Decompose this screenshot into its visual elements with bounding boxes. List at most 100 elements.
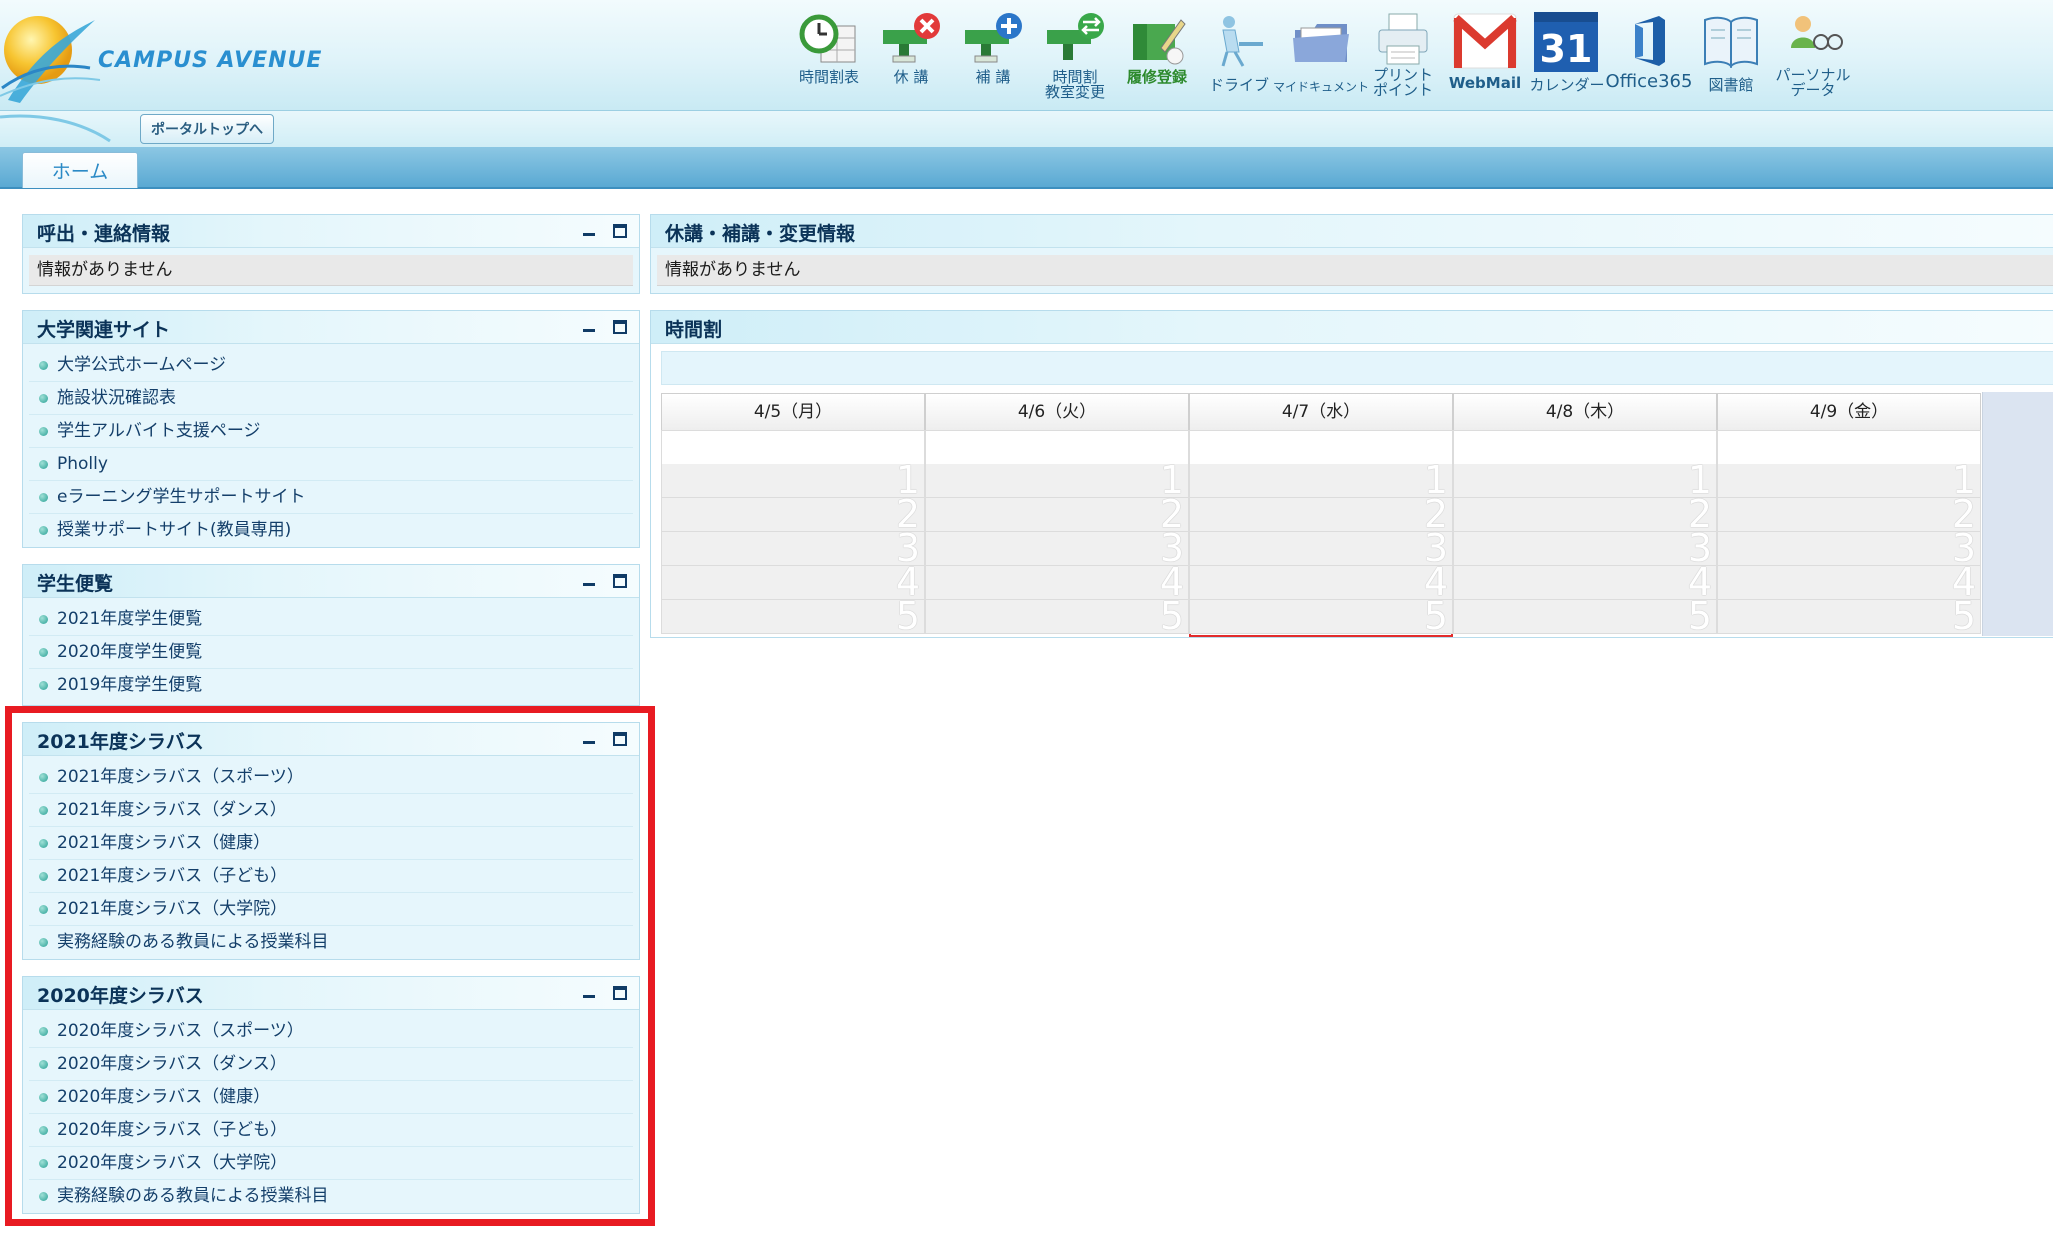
bullet-icon xyxy=(39,460,48,469)
bullet-icon xyxy=(39,872,48,881)
link-syllabus-2021-sports[interactable]: 2021年度シラバス（スポーツ） xyxy=(29,761,633,794)
timetable-period-cell[interactable]: 1 xyxy=(1453,460,1717,500)
timetable-period-cell[interactable]: 5 xyxy=(661,596,925,636)
toolbar-library[interactable]: 図書館 xyxy=(1688,8,1774,104)
campus-avenue-logo[interactable]: CAMPUS AVENUE xyxy=(0,8,340,108)
timetable-day-header: 4/5（月） xyxy=(661,393,925,431)
panel-title: 2020年度シラバス xyxy=(37,985,204,1007)
timetable-blank-cell[interactable] xyxy=(661,430,925,465)
timetable-blank-cell[interactable] xyxy=(1189,430,1453,465)
timetable-period-cell[interactable]: 5 xyxy=(1189,596,1453,636)
timetable-period-cell[interactable]: 1 xyxy=(1717,460,1981,500)
no-info-message: 情報がありません xyxy=(657,255,2053,286)
timetable-period-cell[interactable]: 5 xyxy=(1453,596,1717,636)
bullet-icon xyxy=(39,681,48,690)
timetable-period-cell[interactable]: 2 xyxy=(925,494,1189,534)
bullet-icon xyxy=(39,839,48,848)
logo-text: CAMPUS AVENUE xyxy=(98,48,323,73)
link-elearning-support[interactable]: eラーニング学生サポートサイト xyxy=(29,481,633,514)
link-teaching-support[interactable]: 授業サポートサイト(教員専用) xyxy=(29,514,633,546)
link-syllabus-2021-health[interactable]: 2021年度シラバス（健康） xyxy=(29,827,633,860)
timetable-period-cell[interactable]: 2 xyxy=(1189,494,1453,534)
timetable-day-header: 4/7（水） xyxy=(1189,393,1453,431)
maximize-icon[interactable] xyxy=(613,224,627,238)
student-handbook-panel: 学生便覧 2021年度学生便覧 2020年度学生便覧 2019年度学生便覧 xyxy=(22,564,640,706)
timetable-period-cell[interactable]: 1 xyxy=(1189,460,1453,500)
toolbar-calendar[interactable]: 31 カレンダー xyxy=(1524,8,1610,104)
bullet-icon xyxy=(39,427,48,436)
makeup-class-icon xyxy=(965,13,1022,63)
link-handbook-2020[interactable]: 2020年度学生便覧 xyxy=(29,636,633,669)
link-syllabus-2021-graduate[interactable]: 2021年度シラバス（大学院） xyxy=(29,893,633,926)
link-syllabus-2020-graduate[interactable]: 2020年度シラバス（大学院） xyxy=(29,1147,633,1180)
maximize-icon[interactable] xyxy=(613,732,627,746)
timetable-period-cell[interactable]: 5 xyxy=(925,596,1189,636)
toolbar-makeup-class[interactable]: 補 講 xyxy=(950,8,1036,104)
panel-header: 大学関連サイト xyxy=(23,311,639,344)
minimize-icon[interactable] xyxy=(583,224,595,236)
timetable-period-cell[interactable]: 4 xyxy=(1453,562,1717,602)
minimize-icon[interactable] xyxy=(583,574,595,586)
link-syllabus-2021-practical-faculty[interactable]: 実務経験のある教員による授業科目 xyxy=(29,926,633,958)
toolbar-drive[interactable]: ドライブ xyxy=(1196,8,1282,104)
timetable-period-cell[interactable]: 4 xyxy=(1189,562,1453,602)
toolbar-room-change[interactable]: 時間割 教室変更 xyxy=(1032,8,1118,104)
bullet-icon xyxy=(39,648,48,657)
office365-icon xyxy=(1635,16,1665,66)
minimize-icon[interactable] xyxy=(583,732,595,744)
link-syllabus-2021-children[interactable]: 2021年度シラバス（子ども） xyxy=(29,860,633,893)
timetable-day-header: 4/6（火） xyxy=(925,393,1189,431)
link-part-time-job-support[interactable]: 学生アルバイト支援ページ xyxy=(29,415,633,448)
minimize-icon[interactable] xyxy=(583,320,595,332)
link-facility-status[interactable]: 施設状況確認表 xyxy=(29,382,633,415)
timetable-period-cell[interactable]: 3 xyxy=(1717,528,1981,568)
toolbar-personal-data[interactable]: パーソナル データ xyxy=(1770,8,1856,104)
timetable-blank-cell[interactable] xyxy=(1717,430,1981,465)
timetable-period-cell[interactable]: 3 xyxy=(1453,528,1717,568)
timetable-period-cell[interactable]: 1 xyxy=(925,460,1189,500)
link-handbook-2019[interactable]: 2019年度学生便覧 xyxy=(29,669,633,701)
timetable-period-cell[interactable]: 3 xyxy=(925,528,1189,568)
link-handbook-2021[interactable]: 2021年度学生便覧 xyxy=(29,603,633,636)
link-university-homepage[interactable]: 大学公式ホームページ xyxy=(29,349,633,382)
bullet-icon xyxy=(39,938,48,947)
link-syllabus-2020-sports[interactable]: 2020年度シラバス（スポーツ） xyxy=(29,1015,633,1048)
period-number: 5 xyxy=(895,594,920,638)
link-pholly[interactable]: Pholly xyxy=(29,448,633,481)
link-syllabus-2020-dance[interactable]: 2020年度シラバス（ダンス） xyxy=(29,1048,633,1081)
tab-home[interactable]: ホーム xyxy=(22,152,138,188)
minimize-icon[interactable] xyxy=(583,986,595,998)
toolbar-print-point[interactable]: プリント ポイント xyxy=(1360,8,1446,104)
timetable-period-cell[interactable]: 3 xyxy=(1189,528,1453,568)
maximize-icon[interactable] xyxy=(613,986,627,1000)
timetable-period-cell[interactable]: 4 xyxy=(1717,562,1981,602)
timetable-toolbar-strip xyxy=(661,351,2053,385)
toolbar-timetable[interactable]: 時間割表 xyxy=(786,8,872,104)
toolbar-office365[interactable]: Office365 xyxy=(1606,8,1692,104)
timetable-blank-cell[interactable] xyxy=(925,430,1189,465)
maximize-icon[interactable] xyxy=(613,320,627,334)
timetable-blank-cell[interactable] xyxy=(1453,430,1717,465)
timetable-day-column: 4/9（金） 1 2 3 4 5 xyxy=(1717,393,1981,637)
timetable-period-cell[interactable]: 5 xyxy=(1717,596,1981,636)
bullet-icon xyxy=(39,526,48,535)
timetable-period-cell[interactable]: 4 xyxy=(925,562,1189,602)
portal-top-button[interactable]: ポータルトップへ xyxy=(140,114,274,144)
toolbar-course-registration[interactable]: 履修登録 xyxy=(1114,8,1200,104)
timetable-period-cell[interactable]: 2 xyxy=(1453,494,1717,534)
timetable-period-cell[interactable]: 1 xyxy=(661,460,925,500)
link-syllabus-2020-children[interactable]: 2020年度シラバス（子ども） xyxy=(29,1114,633,1147)
toolbar-webmail[interactable]: WebMail xyxy=(1442,8,1528,104)
toolbar-my-documents[interactable]: マイドキュメント xyxy=(1273,8,1369,104)
link-syllabus-2020-practical-faculty[interactable]: 実務経験のある教員による授業科目 xyxy=(29,1180,633,1212)
panel-title: 呼出・連絡情報 xyxy=(37,223,171,245)
link-syllabus-2021-dance[interactable]: 2021年度シラバス（ダンス） xyxy=(29,794,633,827)
timetable-period-cell[interactable]: 4 xyxy=(661,562,925,602)
timetable-period-cell[interactable]: 2 xyxy=(1717,494,1981,534)
header-bar: CAMPUS AVENUE 時間割表 休 講 補 講 時間割 教室変更 履修登録… xyxy=(0,0,2053,111)
toolbar-class-cancel[interactable]: 休 講 xyxy=(868,8,954,104)
maximize-icon[interactable] xyxy=(613,574,627,588)
link-syllabus-2020-health[interactable]: 2020年度シラバス（健康） xyxy=(29,1081,633,1114)
timetable-period-cell[interactable]: 3 xyxy=(661,528,925,568)
timetable-period-cell[interactable]: 2 xyxy=(661,494,925,534)
